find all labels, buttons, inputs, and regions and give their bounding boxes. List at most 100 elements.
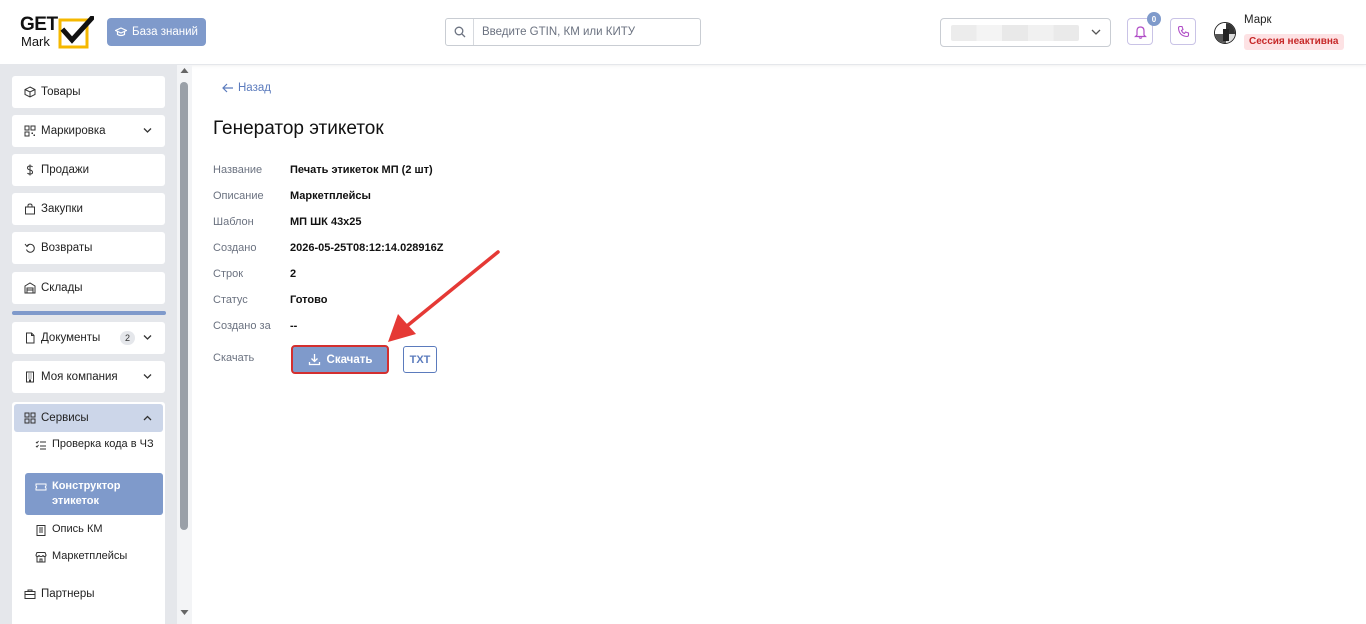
user-name[interactable]: Марк [1244,14,1272,26]
field-row-created-in: Создано за -- [213,320,297,332]
sidebar-subitem-code-check[interactable]: Проверка кода в ЧЗ [25,437,163,452]
sidebar-item-purchases[interactable]: Закупки [12,193,165,225]
phone-button[interactable] [1170,18,1196,45]
field-value: Печать этикеток МП (2 шт) [290,164,433,176]
scrollbar-thumb[interactable] [180,82,188,530]
sidebar-item-services[interactable]: Сервисы [14,404,163,432]
bell-icon [1133,25,1147,39]
field-value: Готово [290,294,328,306]
sidebar: Товары Маркировка Продажи Закупки Возвра… [0,65,177,624]
field-row-name: Название Печать этикеток МП (2 шт) [213,164,433,176]
txt-download-button[interactable]: TXT [403,346,437,373]
sidebar-item-label: Сервисы [41,412,89,424]
notification-count-badge: 0 [1147,12,1161,26]
sidebar-item-next[interactable] [12,617,165,624]
avatar[interactable] [1214,22,1236,44]
sidebar-item-label: Закупки [41,203,83,215]
sidebar-section-divider [12,311,166,315]
sidebar-item-label: Партнеры [41,588,95,600]
session-status-badge: Сессия неактивна [1244,34,1344,50]
dollar-icon [24,164,36,176]
scroll-up-arrow-icon[interactable] [180,67,189,74]
field-row-status: Статус Готово [213,294,327,306]
field-label: Строк [213,268,244,280]
sidebar-item-documents[interactable]: Документы 2 [12,322,165,354]
field-value: 2 [290,268,297,280]
logo-text-get: GET [20,14,58,35]
sidebar-item-partners[interactable]: Партнеры [12,578,165,610]
field-row-download: Скачать [213,352,290,364]
warehouse-icon [24,282,36,294]
field-label: Название [213,164,263,176]
chevron-down-icon [143,128,152,133]
store-icon [35,551,47,563]
field-label: Создано [213,242,257,254]
sidebar-subitem-km-inventory[interactable]: Опись КМ [25,522,163,537]
grid-icon [24,412,36,424]
sidebar-item-returns[interactable]: Возвраты [12,232,165,264]
sidebar-subitem-label-constructor[interactable]: Конструктор этикеток [25,473,163,515]
sidebar-item-warehouses[interactable]: Склады [12,272,165,304]
sidebar-item-my-company[interactable]: Моя компания [12,361,165,393]
logo-text-mark: Mark [21,34,50,49]
chevron-up-icon [143,415,152,421]
scroll-down-arrow-icon[interactable] [180,609,189,616]
sidebar-item-marking[interactable]: Маркировка [12,115,165,147]
sidebar-item-label: Возвраты [41,242,93,254]
sidebar-subitem-label: Конструктор этикеток [52,480,121,507]
sidebar-item-products[interactable]: Товары [12,76,165,108]
field-row-rows: Строк 2 [213,268,296,280]
field-row-description: Описание Маркетплейсы [213,190,371,202]
search-input[interactable] [474,26,700,38]
box-icon [24,86,36,98]
clipboard-icon [35,524,47,536]
back-link[interactable]: Назад [222,82,271,94]
sidebar-subitem-label: Проверка кода в ЧЗ [52,438,154,450]
download-button[interactable]: Скачать [291,345,389,374]
field-row-template: Шаблон МП ШК 43x25 [213,216,362,228]
field-value: Маркетплейсы [290,190,371,202]
checklist-icon [35,439,47,451]
download-button-label: Скачать [326,353,373,366]
search-box[interactable] [445,18,701,46]
field-label: Статус [213,294,248,306]
sidebar-subitem-label: Опись КМ [52,523,103,535]
logo[interactable]: GET Mark [20,15,96,51]
ticket-icon [35,481,47,493]
field-label: Создано за [213,320,271,332]
return-icon [24,242,36,254]
search-icon [446,19,474,45]
sidebar-item-label: Склады [41,282,83,294]
page-title: Генератор этикеток [213,118,384,139]
field-label: Описание [213,190,264,202]
knowledge-base-button[interactable]: База знаний [107,18,206,46]
avatar-image [1215,23,1235,43]
organization-select[interactable] [940,18,1111,47]
download-icon [308,354,320,366]
sidebar-scrollbar[interactable] [177,65,192,624]
organization-name-redacted [951,24,1079,41]
field-value: -- [290,320,298,332]
sidebar-item-label: Маркировка [41,125,106,137]
phone-icon [1177,25,1189,38]
chevron-down-icon [1091,29,1101,35]
top-header: GET Mark База знаний 0 Марк Сессия неакт… [0,0,1366,65]
bag-icon [24,203,36,215]
arrow-left-icon [222,83,233,93]
sidebar-item-label: Продажи [41,164,90,176]
chevron-down-icon [143,374,152,379]
knowledge-base-label: База знаний [132,26,198,38]
field-value: МП ШК 43x25 [290,216,362,228]
document-icon [24,332,36,344]
chevron-down-icon [143,335,152,340]
field-label: Шаблон [213,216,254,228]
sidebar-item-label: Документы [41,332,101,344]
sidebar-item-sales[interactable]: Продажи [12,154,165,186]
sidebar-subitem-marketplaces[interactable]: Маркетплейсы [25,549,163,564]
sidebar-item-label: Моя компания [41,371,118,383]
partners-icon [24,588,36,600]
building-icon [24,371,36,383]
qr-icon [24,125,36,137]
logo-check-icon [58,16,94,49]
documents-count-badge: 2 [120,331,135,345]
